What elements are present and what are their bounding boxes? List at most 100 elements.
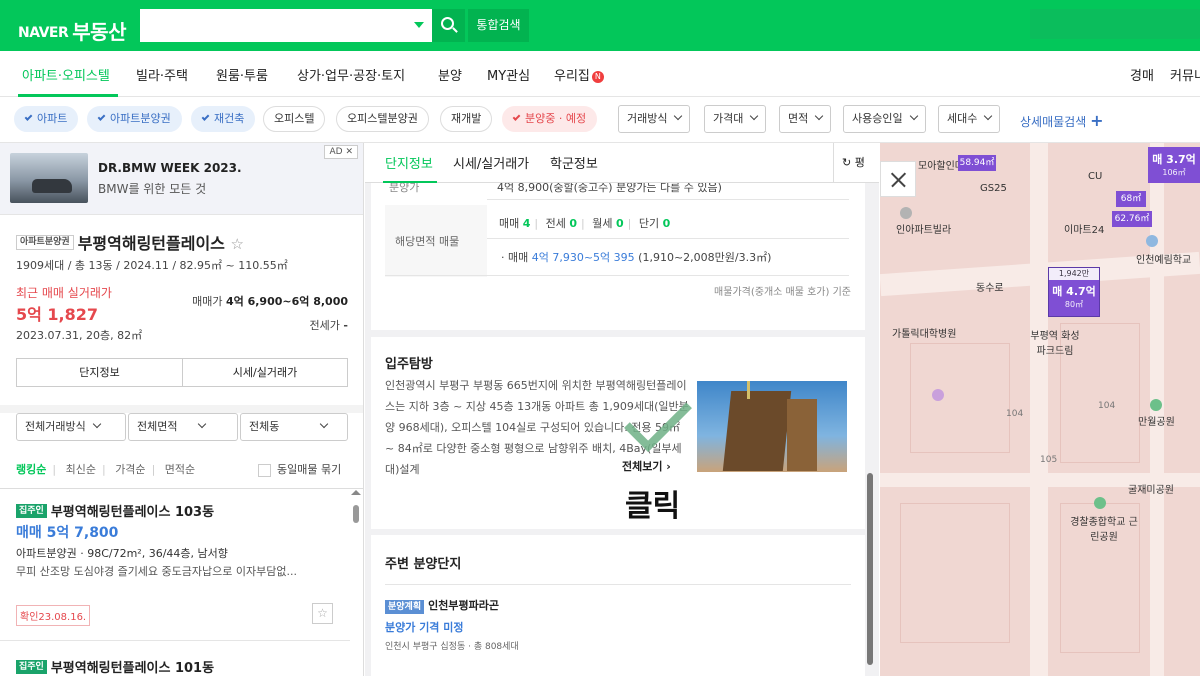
jeonse-count[interactable]: 0 [569,217,577,230]
chip-reconstruction[interactable]: 재건축 [191,106,256,132]
nav-commercial[interactable]: 상가·업무·공장·토지 [297,65,405,84]
poi-park[interactable]: 만월공원 [1138,413,1175,428]
sort-area[interactable]: 면적순 [165,463,195,476]
sort-price[interactable]: 가격순 [115,463,145,476]
select-area[interactable]: 면적 [779,105,832,133]
chip-apartment[interactable]: 아파트 [14,106,79,132]
list-item[interactable]: 집주인 부평역해링턴플레이스 101동 [0,657,350,676]
close-icon[interactable]: ✕ [345,147,353,157]
group-same-listings[interactable]: 동일매물 묶기 [258,461,341,477]
tab-price-history[interactable]: 시세/실거래가 [453,153,529,172]
nav-my-interest[interactable]: MY관심 [487,65,530,84]
nav-auction[interactable]: 경매 [1130,65,1154,84]
map-block [910,343,1010,453]
chevron-down-icon [198,419,207,429]
monthly-count[interactable]: 0 [616,217,624,230]
left-scrollbar[interactable] [353,505,359,523]
select-approval-date[interactable]: 사용승인일 [843,105,926,133]
search-dropdown-icon[interactable] [414,22,424,28]
nearby-complex-name[interactable]: 분양계획 인천부평파라곤 [385,597,499,614]
checkbox[interactable] [258,463,271,477]
price-marker[interactable]: 매 3.7억 106㎡ [1148,147,1200,183]
ad-banner[interactable]: DR.BMW WEEK 2023. BMW를 위한 모든 것 AD ✕ [0,143,363,215]
map[interactable]: 모아할인마트 GS25 CU 인아파트빌라 이마트24 인천예림학교 동수로 가… [880,143,1200,676]
chip-officetel-presale-right[interactable]: 오피스텔분양권 [336,106,429,132]
complex-info: 1909세대 / 총 13동 / 2024.11 / 82.95㎡ ~ 110.… [16,259,288,272]
pyeong-toggle[interactable]: ↻ 평 [833,143,879,183]
listing-title: 집주인 부평역해링턴플레이스 101동 [16,657,214,676]
chip-redevelopment[interactable]: 재개발 [440,106,493,132]
sale-range-link[interactable]: 4억 7,930~5억 395 [532,251,635,264]
chip-apartment-presale-right[interactable]: 아파트분양권 [87,106,182,132]
area-marker[interactable]: 62.76㎡ [1112,211,1152,227]
nav-presale[interactable]: 분양 [438,65,462,84]
sort-ranking[interactable]: 랭킹순 [16,463,46,476]
nav-community[interactable]: 커뮤니 [1170,65,1200,84]
nav-apartment-officetel[interactable]: 아파트·오피스텔 [22,65,110,84]
short-term-count[interactable]: 0 [663,217,671,230]
check-icon [97,113,106,121]
map-block [900,503,1010,643]
favorite-star-icon[interactable]: ☆ [312,603,333,624]
advanced-search-link[interactable]: 상세매물검색 + [1020,111,1103,130]
complex-tabs: 단지정보 시세/실거래가 [16,358,348,387]
poi-police-park[interactable]: 경찰종합학교 근린공원 [1066,513,1142,543]
tour-photo[interactable] [697,381,847,472]
tab-price-history[interactable]: 시세/실거래가 [182,359,347,386]
sort-options: 랭킹순 | 최신순 | 가격순 | 면적순 [16,463,196,476]
area-marker[interactable]: 58.94㎡ [958,155,996,171]
favorite-star-icon[interactable]: ☆ [230,235,243,253]
search-button[interactable] [432,9,465,42]
select-price[interactable]: 가격대 [704,105,767,133]
block-number: 104 [1098,401,1116,411]
select-households[interactable]: 세대수 [938,105,1001,133]
nearby-title: 주변 분양단지 [385,557,462,572]
selected-price-marker[interactable]: 1,942만 매 4.7억 80㎡ [1048,267,1100,317]
poi-cu[interactable]: CU [1088,171,1102,182]
area-marker[interactable]: 68㎡ [1116,191,1146,207]
select-trade-type[interactable]: 거래방식 [618,105,691,133]
select-all-trade-types[interactable]: 전체거래방식 [16,413,126,441]
sale-count[interactable]: 4 [523,217,531,230]
sort-latest[interactable]: 최신순 [66,463,96,476]
recent-trade-price: 5억 1,827 [16,305,99,324]
select-all-areas[interactable]: 전체면적 [128,413,238,441]
poi-station-apartment[interactable]: 부평역 화성파크드림 [1030,327,1080,357]
park-pin-icon [1150,399,1162,411]
poi-school[interactable]: 인천예림학교 [1136,251,1191,266]
area-listing-label-cell: 해당면적 매물 [385,205,487,277]
nearby-presale-card: 주변 분양단지 분양계획 인천부평파라곤 분양가 기격 미정 인천시 부평구 십정… [371,535,865,676]
main-nav: 아파트·오피스텔 빌라·주택 원룸·투룸 상가·업무·공장·토지 분양 MY관심… [0,51,1200,97]
list-item[interactable]: 집주인 부평역해링턴플레이스 103동 매매 5억 7,800 아파트분양권 · … [0,501,350,631]
naver-logo[interactable]: NAVER 부동산 [18,14,126,44]
type-tag: 아파트분양권 [16,235,74,250]
ad-subtitle: BMW를 위한 모든 것 [98,182,207,196]
poi-emart24[interactable]: 이마트24 [1064,221,1104,236]
divider [0,488,363,489]
listing-spec: 아파트분양권 · 98C/72m², 36/44층, 남서향 [16,547,228,560]
select-all-buildings[interactable]: 전체동 [240,413,348,441]
nav-oneroom[interactable]: 원룸·투룸 [216,65,268,84]
check-icon [201,113,210,121]
tab-complex-info[interactable]: 단지정보 [17,359,182,386]
tab-school-info[interactable]: 학군정보 [550,153,598,172]
poi-hospital[interactable]: 가톨릭대학병원 [892,325,956,340]
tab-complex-info[interactable]: 단지정보 [385,153,433,172]
integrated-search-button[interactable]: 통합검색 [468,9,529,42]
listing-type-counts: 매매 4 | 전세 0 | 월세 0 | 단기 0 [499,217,671,230]
chip-officetel[interactable]: 오피스텔 [263,106,326,132]
poi-gs25[interactable]: GS25 [980,183,1007,194]
poi-park-2[interactable]: 굴재미공원 [1128,481,1174,496]
area-listing-card: 분양가 4억 8,900(중할(중고수) 분양가는 다를 수 있음) 해당면적 … [371,181,865,330]
account-area[interactable] [1030,9,1200,39]
nav-my-home[interactable]: 우리집 N [554,65,604,84]
nav-villa-house[interactable]: 빌라·주택 [136,65,188,84]
scroll-up-arrow-icon[interactable] [351,490,361,495]
search-input[interactable] [140,9,432,42]
view-all-link[interactable]: 전체보기 › [619,457,674,475]
poi-villa[interactable]: 인아파트빌라 [896,221,951,236]
chip-presale-ongoing[interactable]: 분양중 · 예정 [502,106,598,132]
close-map-panel-button[interactable] [880,161,916,197]
detail-scrollbar[interactable] [867,473,873,665]
nearby-price: 분양가 기격 미정 [385,621,464,634]
